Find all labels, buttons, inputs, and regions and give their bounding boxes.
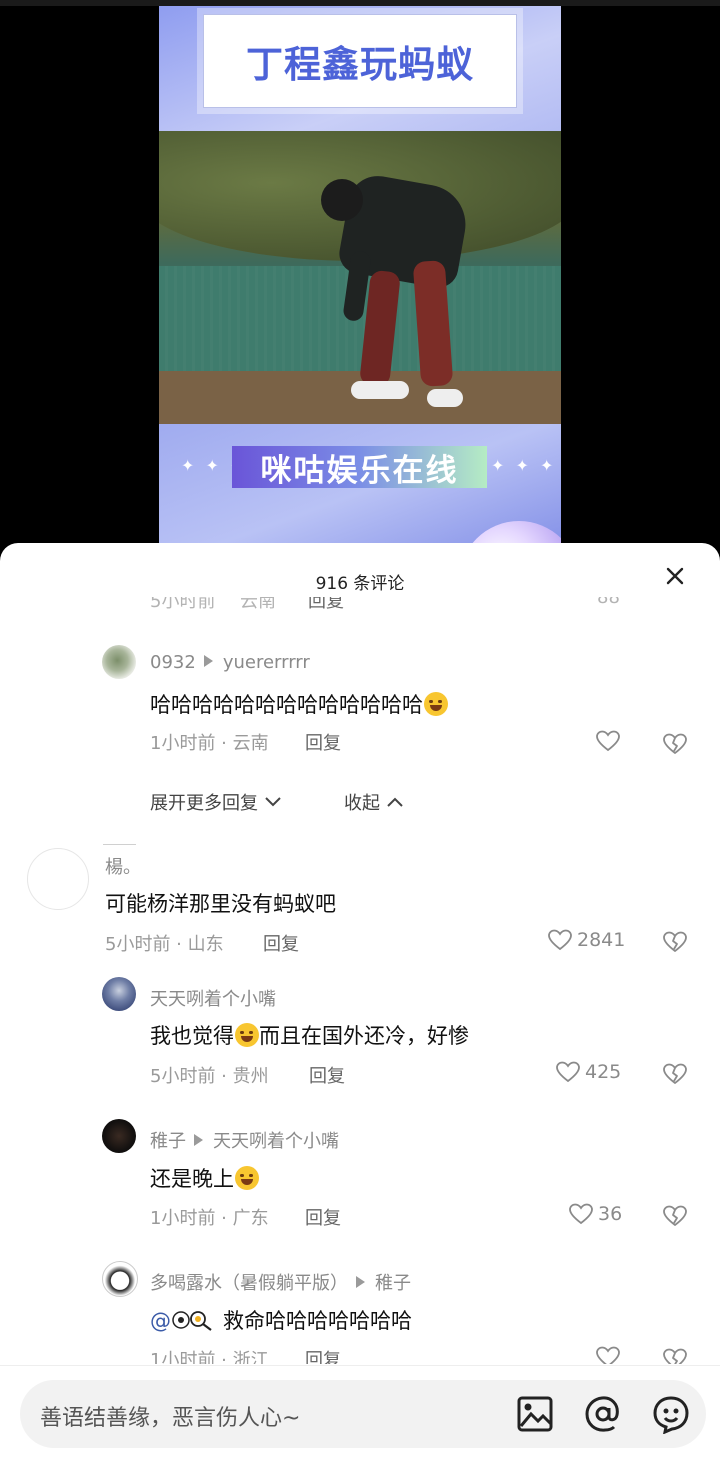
avatar[interactable] — [102, 645, 136, 679]
comment-text: @ 救命哈哈哈哈哈哈哈 — [150, 1309, 412, 1333]
comment-author[interactable]: 天天咧着个小嘴 — [150, 985, 276, 1011]
heart-icon — [548, 929, 572, 951]
like-button[interactable] — [595, 1345, 625, 1364]
avatar[interactable] — [102, 977, 136, 1011]
sparkle-right: ✦ ✦ ✦ — [491, 456, 557, 475]
comment-author[interactable]: 多喝露水（暑假躺平版） 稚子 — [150, 1269, 411, 1295]
video-poster[interactable]: 丁程鑫玩蚂蚁 ✦ ✦ ✦ 咪咕娱乐在线 ✦ ✦ ✦ — [159, 6, 561, 560]
cutoff-comment-meta: 5小时前 云南 回复 88 — [150, 589, 620, 612]
video-area[interactable]: 丁程鑫玩蚂蚁 ✦ ✦ ✦ 咪咕娱乐在线 ✦ ✦ ✦ — [0, 0, 720, 560]
comment-meta: 1小时前 · 云南 — [150, 733, 269, 754]
avatar[interactable] — [27, 848, 89, 910]
avatar[interactable] — [102, 1119, 136, 1153]
broken-heart-icon[interactable] — [662, 1204, 688, 1228]
comment-text: 还是晚上 — [150, 1163, 259, 1193]
mention[interactable]: @ — [150, 1309, 171, 1333]
comment-author[interactable]: 0932 yuererrrrr — [150, 652, 310, 673]
reply-button[interactable]: 回复 — [263, 930, 299, 956]
like-count: 2841 — [577, 929, 626, 951]
chevron-down-icon — [265, 797, 281, 807]
broken-heart-icon[interactable] — [662, 732, 688, 756]
expand-more-replies[interactable]: 展开更多回复 — [150, 789, 282, 815]
heart-icon — [556, 1061, 580, 1083]
rofl-emoji-icon — [235, 1023, 259, 1047]
comment-list[interactable]: 5小时前 云南 回复 88 0932 yuererrrrr 哈哈哈哈哈哈哈哈哈哈哈… — [0, 589, 720, 1364]
at-icon[interactable] — [583, 1394, 623, 1434]
comment-meta: 1小时前 · 浙江 — [150, 1350, 269, 1364]
rofl-emoji-icon — [235, 1166, 259, 1190]
broken-heart-icon[interactable] — [662, 930, 688, 954]
brand-badge: 咪咕娱乐在线 — [232, 446, 487, 489]
close-icon — [666, 567, 684, 585]
comment-text: 哈哈哈哈哈哈哈哈哈哈哈哈哈 — [150, 689, 448, 719]
image-icon[interactable] — [515, 1394, 555, 1434]
emoji-icon[interactable] — [651, 1394, 691, 1434]
like-button[interactable]: 2841 — [547, 928, 625, 952]
reply-button[interactable]: 回复 — [305, 1204, 341, 1230]
video-photo — [159, 131, 561, 424]
like-count: 425 — [585, 1061, 622, 1083]
like-button[interactable]: 36 — [568, 1202, 622, 1226]
video-title: 丁程鑫玩蚂蚁 — [246, 43, 474, 86]
heart-icon — [596, 730, 620, 752]
comment-text: 可能杨洋那里没有蚂蚁吧 — [105, 892, 336, 916]
like-button[interactable] — [595, 729, 625, 753]
reply-arrow-icon — [356, 1276, 365, 1288]
reply-arrow-icon — [194, 1134, 203, 1146]
reply-button[interactable]: 回复 — [309, 1062, 345, 1088]
heart-icon — [569, 1203, 593, 1225]
comment-author[interactable]: 稚子 天天咧着个小嘴 — [150, 1127, 339, 1153]
comment-meta: 5小时前 · 贵州 — [150, 1066, 269, 1087]
divider-line — [103, 844, 136, 845]
comment-input[interactable]: 善语结善缘，恶言伤人心~ — [20, 1380, 706, 1448]
avatar[interactable] — [102, 1261, 138, 1297]
brand-text: 咪咕娱乐在线 — [260, 452, 459, 489]
broken-heart-icon[interactable] — [662, 1062, 688, 1086]
comment-input-bar: 善语结善缘，恶言伤人心~ — [0, 1365, 720, 1457]
reply-button[interactable]: 回复 — [305, 1346, 341, 1364]
chevron-up-icon — [387, 797, 403, 807]
mention-avatar-icon — [171, 1309, 215, 1331]
like-button[interactable]: 425 — [555, 1060, 621, 1084]
comment-author[interactable]: 楊。 — [105, 853, 141, 879]
comment-meta: 1小时前 · 广东 — [150, 1208, 269, 1229]
comment-text: 我也觉得 而且在国外还冷，好惨 — [150, 1023, 469, 1048]
laugh-cry-emoji-icon — [424, 692, 448, 716]
reply-button[interactable]: 回复 — [305, 729, 341, 755]
close-button[interactable] — [660, 561, 690, 591]
comment-meta: 5小时前 · 山东 — [105, 934, 224, 955]
comment-input-placeholder: 善语结善缘，恶言伤人心~ — [40, 1406, 301, 1431]
heart-icon — [596, 1346, 620, 1364]
comment-sheet: 916 条评论 5小时前 云南 回复 88 0932 yuererrrrr 哈哈哈… — [0, 543, 720, 1457]
reply-arrow-icon — [203, 655, 213, 667]
broken-heart-icon[interactable] — [662, 1347, 688, 1364]
like-count: 36 — [598, 1203, 623, 1225]
video-title-card: 丁程鑫玩蚂蚁 — [203, 14, 517, 108]
collapse-replies[interactable]: 收起 — [344, 789, 404, 815]
